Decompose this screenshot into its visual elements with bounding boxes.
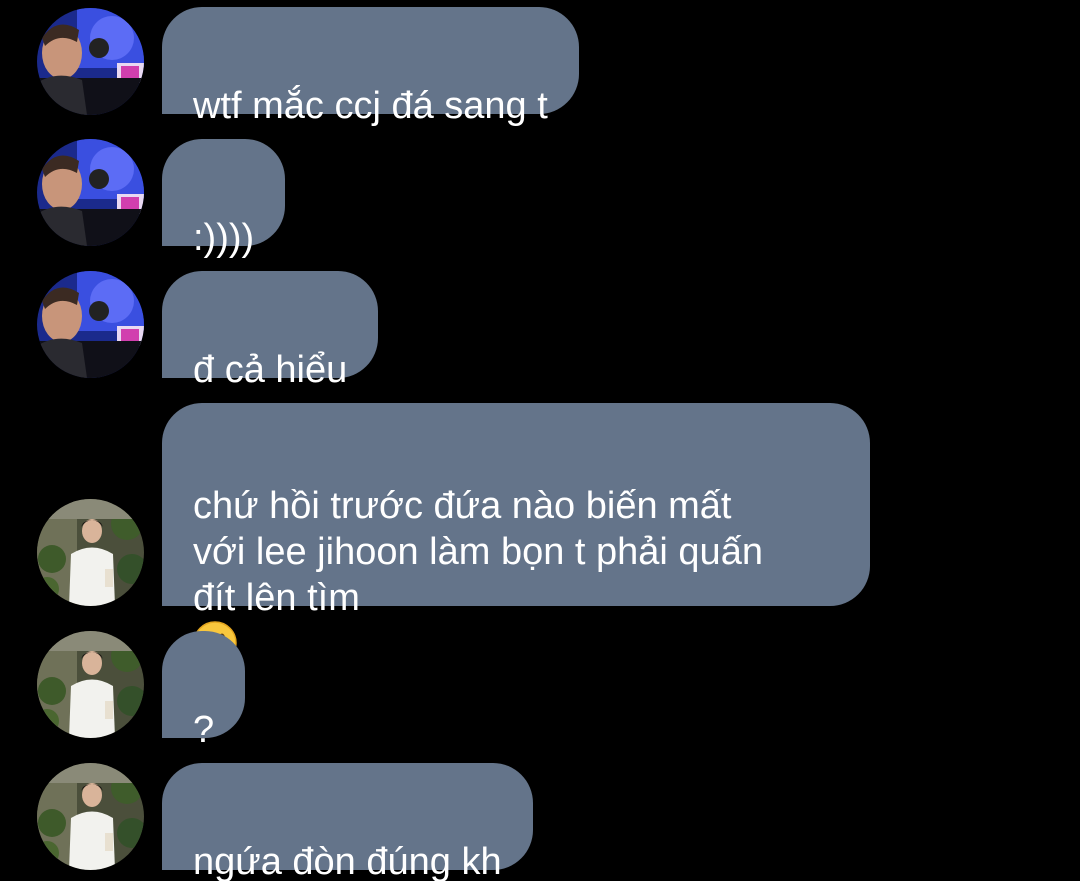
avatar-image-icon (37, 8, 144, 115)
message-bubble[interactable]: đ cả hiểu (162, 271, 379, 391)
message-text: chứ hồi trước đứa nào biến mất với lee j… (193, 485, 763, 619)
message-text: đ cả hiểu (193, 349, 348, 391)
avatar-image-icon (37, 499, 144, 606)
avatar-image-icon (37, 139, 144, 246)
message-bubble[interactable]: :)))) (162, 139, 286, 259)
message-text: :)))) (193, 217, 255, 259)
message-bubble[interactable]: chứ hồi trước đứa nào biến mất với lee j… (162, 403, 870, 606)
message-bubble[interactable]: ngứa đòn đúng kh (162, 763, 533, 881)
avatar-image-icon (37, 763, 144, 870)
avatar[interactable] (37, 271, 144, 378)
avatar[interactable] (37, 139, 144, 246)
message-text: wtf mắc ccj đá sang t (193, 85, 548, 127)
message-bubble[interactable]: ? (162, 631, 246, 751)
message-text: ? (193, 709, 215, 751)
avatar[interactable] (37, 8, 144, 115)
message-bubble[interactable]: wtf mắc ccj đá sang t (162, 7, 579, 127)
avatar-image-icon (37, 631, 144, 738)
avatar[interactable] (37, 499, 144, 606)
avatar[interactable] (37, 763, 144, 870)
avatar-image-icon (37, 271, 144, 378)
avatar[interactable] (37, 631, 144, 738)
message-text: ngứa đòn đúng kh (193, 841, 502, 881)
